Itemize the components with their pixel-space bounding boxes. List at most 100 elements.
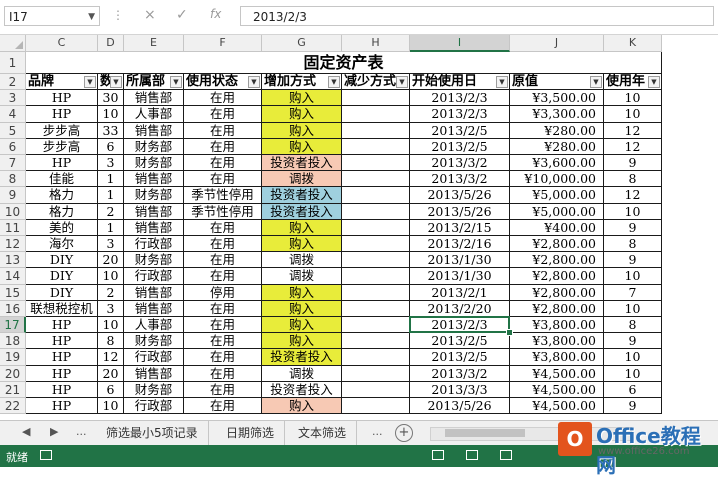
table-cell[interactable]: 财务部 <box>124 381 184 398</box>
table-cell[interactable]: 调拨 <box>262 268 342 285</box>
row-header-5[interactable]: 5 <box>0 122 26 139</box>
column-title-cell[interactable]: 数 ▼ <box>98 74 124 91</box>
table-cell[interactable]: HP <box>26 349 98 366</box>
table-cell[interactable]: 2013/2/20 <box>410 300 510 317</box>
row-header-14[interactable]: 14 <box>0 268 26 285</box>
table-cell[interactable]: ¥3,600.00 <box>510 155 604 172</box>
tab-sheet-2[interactable]: 日期筛选 <box>216 421 286 445</box>
table-cell[interactable]: 2013/3/3 <box>410 381 510 398</box>
table-cell[interactable]: 购入 <box>262 333 342 350</box>
table-cell[interactable]: 10 <box>604 300 662 317</box>
table-cell[interactable]: 在用 <box>184 333 262 350</box>
sheet-title[interactable]: 固定资产表 <box>26 52 662 74</box>
table-cell[interactable] <box>342 349 410 366</box>
name-box[interactable]: I17 ▼ <box>4 6 100 26</box>
table-cell[interactable]: 3 <box>98 155 124 172</box>
table-cell[interactable]: 2 <box>98 284 124 301</box>
filter-dropdown-icon[interactable]: ▼ <box>648 76 660 88</box>
table-cell[interactable] <box>342 171 410 188</box>
table-cell[interactable]: 2013/2/1 <box>410 284 510 301</box>
table-cell[interactable]: 调拨 <box>262 171 342 188</box>
table-cell[interactable]: 2013/2/3 <box>410 90 510 107</box>
table-cell[interactable]: 格力 <box>26 203 98 220</box>
table-cell[interactable]: 30 <box>98 90 124 107</box>
table-cell[interactable]: 10 <box>604 90 662 107</box>
table-cell[interactable] <box>342 203 410 220</box>
row-header-19[interactable]: 19 <box>0 349 26 366</box>
table-cell[interactable]: HP <box>26 317 98 334</box>
table-cell[interactable]: 步步高 <box>26 122 98 139</box>
table-cell[interactable]: 投资者投入 <box>262 187 342 204</box>
table-cell[interactable]: 销售部 <box>124 203 184 220</box>
table-cell[interactable]: 1 <box>98 187 124 204</box>
row-header-6[interactable]: 6 <box>0 138 26 155</box>
column-header-j[interactable]: J <box>510 35 604 52</box>
tab-scroll-left-icon[interactable]: ◀ <box>22 425 30 438</box>
table-cell[interactable]: ¥2,800.00 <box>510 300 604 317</box>
filter-dropdown-icon[interactable]: ▼ <box>110 76 122 88</box>
tab-more-right[interactable]: ... <box>372 425 383 438</box>
table-cell[interactable]: 购入 <box>262 138 342 155</box>
table-cell[interactable]: 在用 <box>184 90 262 107</box>
table-cell[interactable]: 7 <box>604 284 662 301</box>
table-cell[interactable]: 行政部 <box>124 236 184 253</box>
table-cell[interactable]: 2013/2/15 <box>410 219 510 236</box>
tab-sheet-3[interactable]: 文本筛选 <box>288 421 358 445</box>
filter-dropdown-icon[interactable]: ▼ <box>248 76 260 88</box>
table-cell[interactable]: 投资者投入 <box>262 155 342 172</box>
table-cell[interactable]: ¥2,800.00 <box>510 284 604 301</box>
table-cell[interactable] <box>342 138 410 155</box>
table-cell[interactable]: 2013/2/5 <box>410 138 510 155</box>
table-cell[interactable]: ¥280.00 <box>510 138 604 155</box>
table-cell[interactable]: 10 <box>604 203 662 220</box>
table-cell[interactable]: 在用 <box>184 300 262 317</box>
table-cell[interactable]: 6 <box>604 381 662 398</box>
table-cell[interactable]: HP <box>26 155 98 172</box>
table-cell[interactable]: 销售部 <box>124 122 184 139</box>
row-header-8[interactable]: 8 <box>0 171 26 188</box>
table-cell[interactable]: 销售部 <box>124 300 184 317</box>
cancel-icon[interactable]: × <box>144 7 156 23</box>
table-cell[interactable]: 8 <box>604 236 662 253</box>
table-cell[interactable]: 购入 <box>262 106 342 123</box>
table-cell[interactable]: HP <box>26 333 98 350</box>
table-cell[interactable]: 在用 <box>184 106 262 123</box>
table-cell[interactable]: ¥3,800.00 <box>510 349 604 366</box>
table-cell[interactable]: 2013/2/3 <box>410 317 510 334</box>
enter-icon[interactable]: ✓ <box>176 7 188 23</box>
table-cell[interactable]: 2013/2/16 <box>410 236 510 253</box>
row-header-20[interactable]: 20 <box>0 365 26 382</box>
table-cell[interactable]: 在用 <box>184 171 262 188</box>
table-cell[interactable]: 在用 <box>184 122 262 139</box>
table-cell[interactable]: 12 <box>98 349 124 366</box>
table-cell[interactable]: 在用 <box>184 381 262 398</box>
row-header-12[interactable]: 12 <box>0 236 26 253</box>
page-layout-view-icon[interactable] <box>466 450 478 460</box>
table-cell[interactable]: 8 <box>604 317 662 334</box>
table-cell[interactable]: 购入 <box>262 236 342 253</box>
table-cell[interactable]: 12 <box>604 138 662 155</box>
table-cell[interactable] <box>342 333 410 350</box>
table-cell[interactable]: 步步高 <box>26 138 98 155</box>
filter-dropdown-icon[interactable]: ▼ <box>396 76 408 88</box>
table-cell[interactable] <box>342 268 410 285</box>
chevron-down-icon[interactable]: ▼ <box>88 7 95 27</box>
table-cell[interactable]: 10 <box>98 268 124 285</box>
table-cell[interactable]: 销售部 <box>124 171 184 188</box>
table-cell[interactable]: 2013/5/26 <box>410 398 510 415</box>
table-cell[interactable]: 行政部 <box>124 349 184 366</box>
table-cell[interactable]: ¥400.00 <box>510 219 604 236</box>
table-cell[interactable] <box>342 90 410 107</box>
table-cell[interactable]: ¥5,000.00 <box>510 203 604 220</box>
table-cell[interactable]: 8 <box>98 333 124 350</box>
table-cell[interactable]: 在用 <box>184 219 262 236</box>
table-cell[interactable]: 33 <box>98 122 124 139</box>
row-header-18[interactable]: 18 <box>0 333 26 350</box>
table-cell[interactable]: 10 <box>604 106 662 123</box>
table-cell[interactable] <box>342 122 410 139</box>
table-cell[interactable]: 购入 <box>262 90 342 107</box>
table-cell[interactable] <box>342 317 410 334</box>
table-cell[interactable]: 财务部 <box>124 187 184 204</box>
table-cell[interactable]: 销售部 <box>124 219 184 236</box>
table-cell[interactable]: 行政部 <box>124 398 184 415</box>
